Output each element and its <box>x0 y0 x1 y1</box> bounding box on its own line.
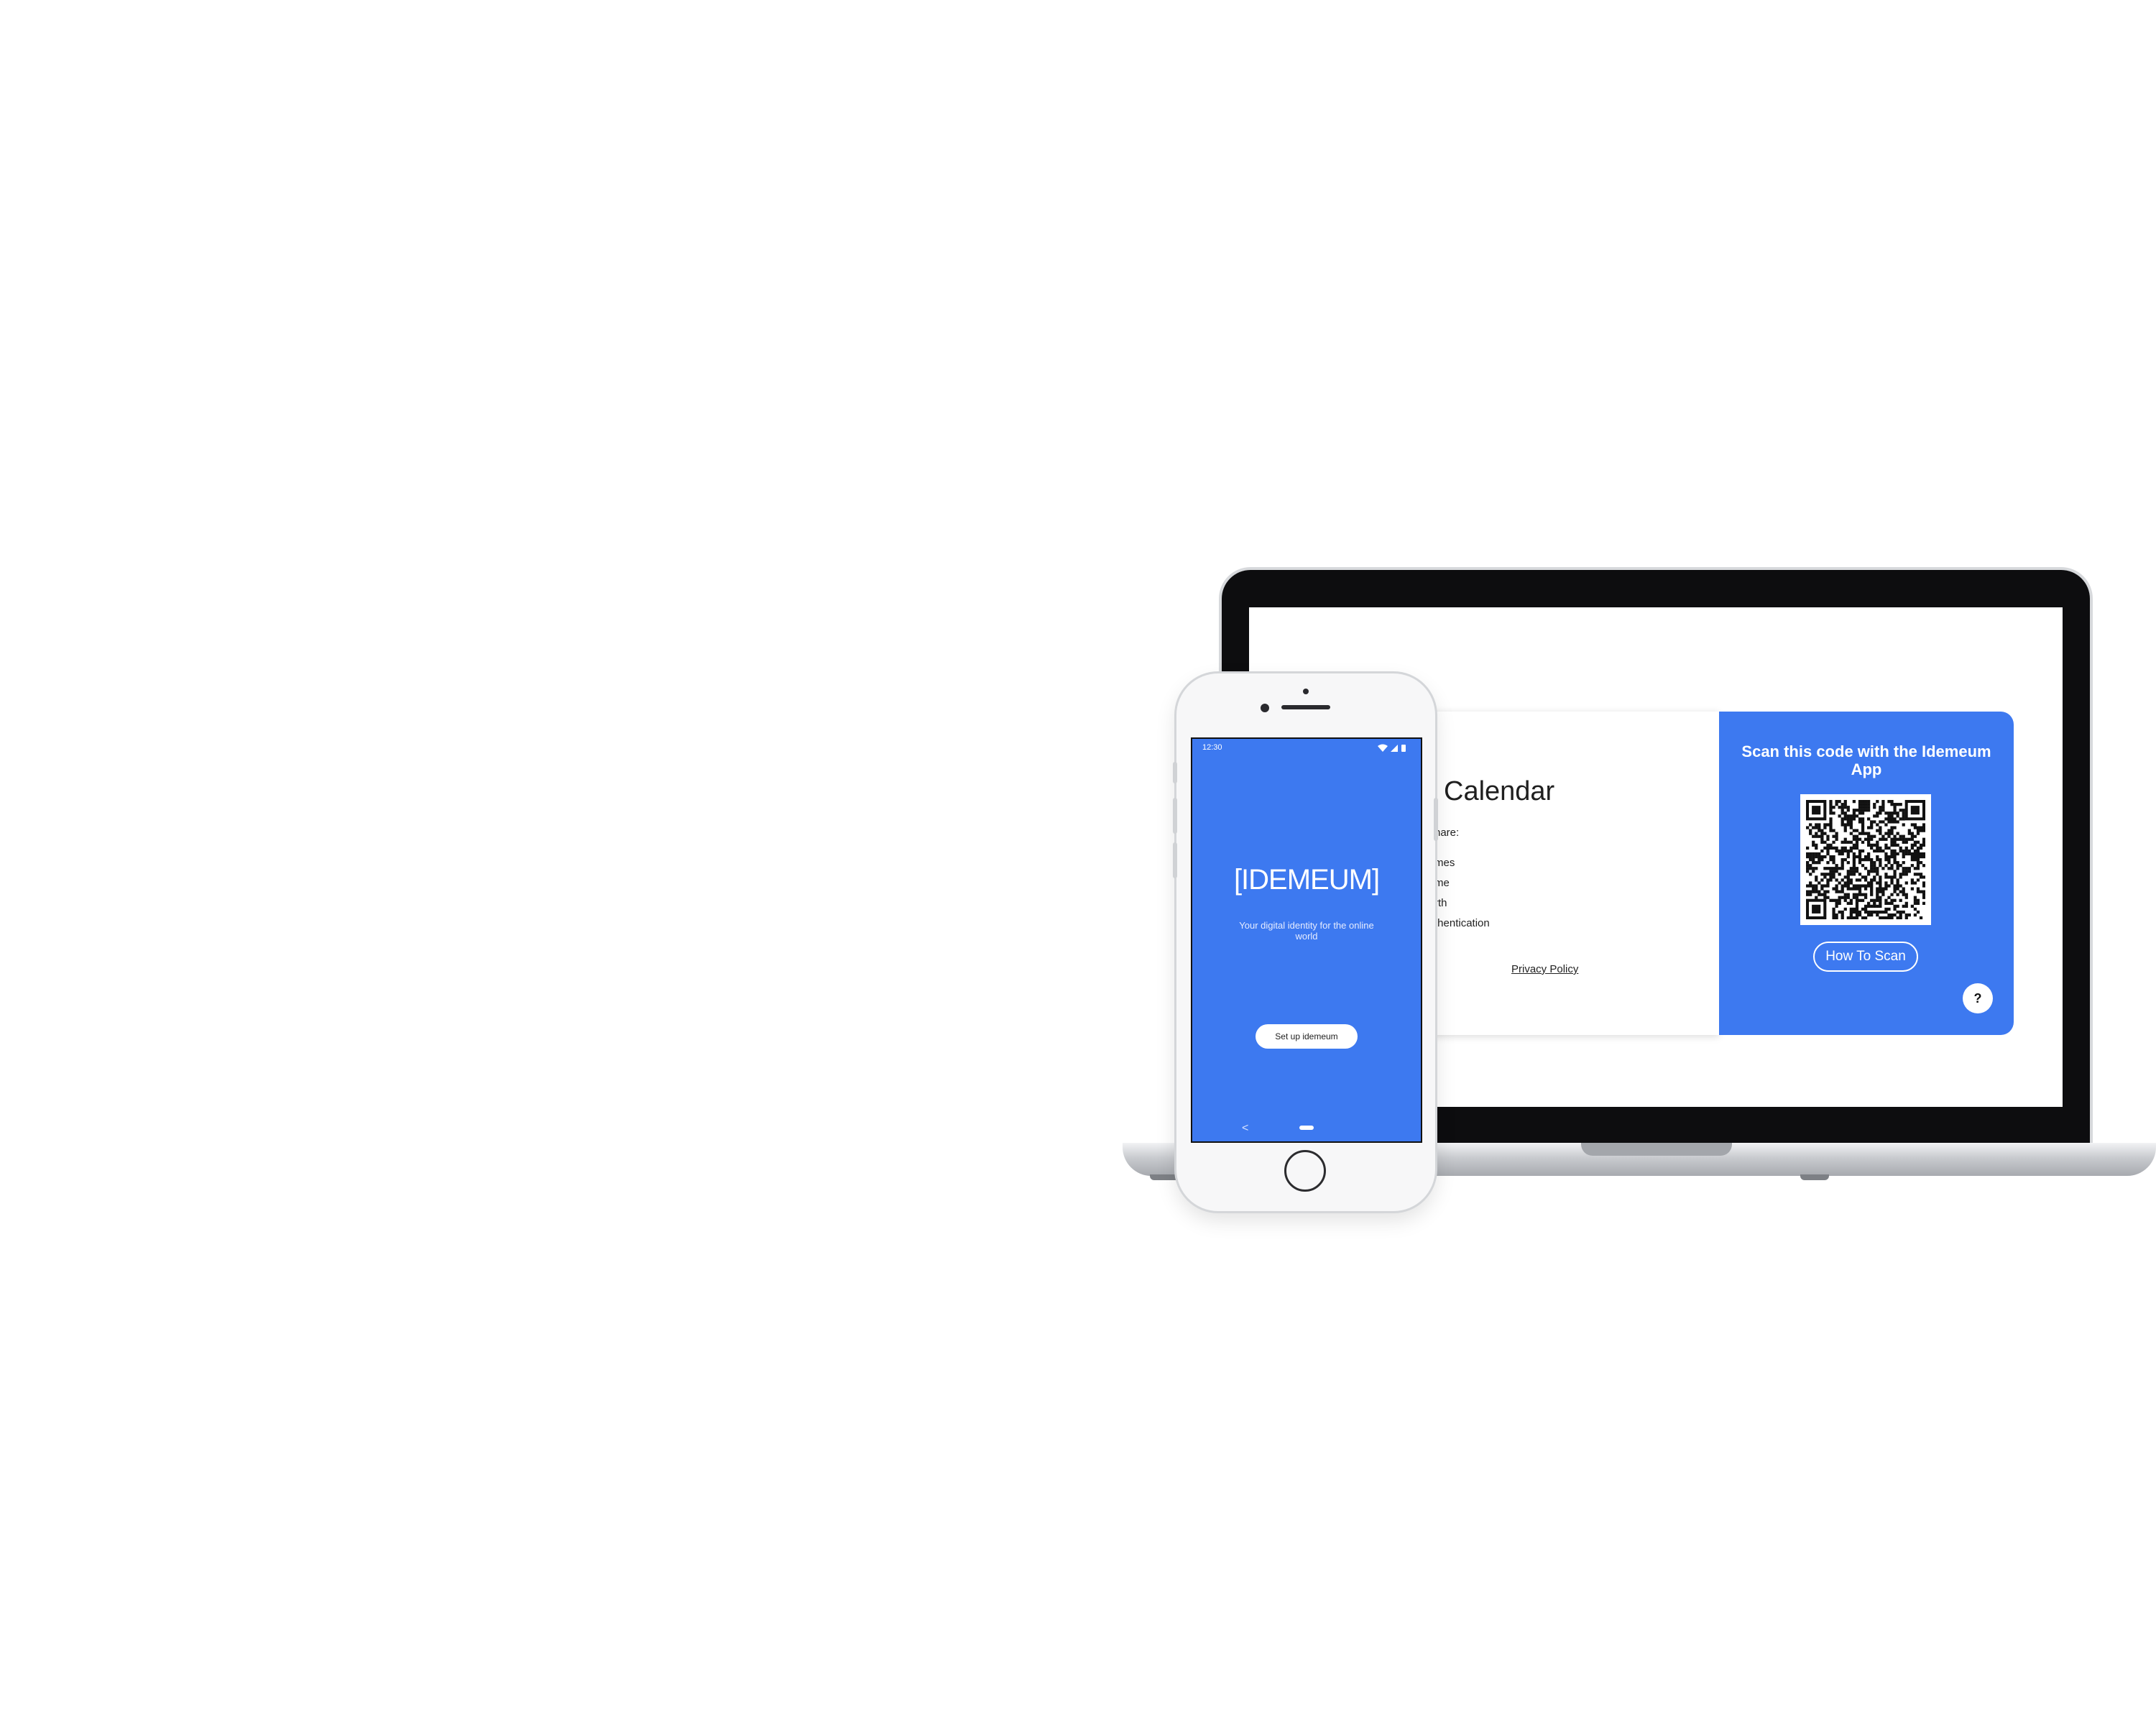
status-time: 12:30 <box>1202 743 1222 752</box>
nav-back-button[interactable]: < <box>1242 1122 1248 1135</box>
status-icons <box>1376 743 1411 757</box>
phone-volume-up <box>1173 798 1177 834</box>
phone-speaker <box>1281 705 1330 709</box>
qr-code-icon <box>1806 800 1925 919</box>
home-button[interactable] <box>1284 1150 1326 1192</box>
setup-button[interactable]: Set up idemeum <box>1256 1024 1358 1049</box>
attribute-item: me <box>1434 877 1450 889</box>
privacy-policy-link[interactable]: Privacy Policy <box>1511 963 1578 975</box>
phone-sensor <box>1303 689 1309 694</box>
signal-icon <box>1391 745 1398 752</box>
laptop-notch <box>1581 1143 1732 1156</box>
tagline: Your digital identity for the online wor… <box>1239 920 1374 942</box>
qr-code <box>1800 794 1931 925</box>
camera-icon <box>1261 704 1269 712</box>
laptop-foot <box>1800 1174 1829 1180</box>
how-to-scan-button[interactable]: How To Scan <box>1813 942 1918 972</box>
phone-mute-switch <box>1173 762 1177 783</box>
brand-logo: [IDEMEUM] <box>1233 864 1380 896</box>
app-title: Calendar <box>1444 776 1555 806</box>
scan-title: Scan this code with the Idemeum App <box>1741 742 1991 778</box>
wifi-icon <box>1378 744 1388 752</box>
attribute-item: thentication <box>1434 917 1490 929</box>
battery-icon <box>1401 745 1406 752</box>
phone-volume-down <box>1173 842 1177 878</box>
attribute-item: rth <box>1434 897 1447 909</box>
share-label: hare: <box>1434 827 1460 839</box>
nav-home-pill[interactable] <box>1299 1126 1314 1130</box>
help-button[interactable]: ? <box>1963 983 1993 1013</box>
phone-power-button <box>1434 798 1438 841</box>
attribute-item: mes <box>1434 857 1455 869</box>
